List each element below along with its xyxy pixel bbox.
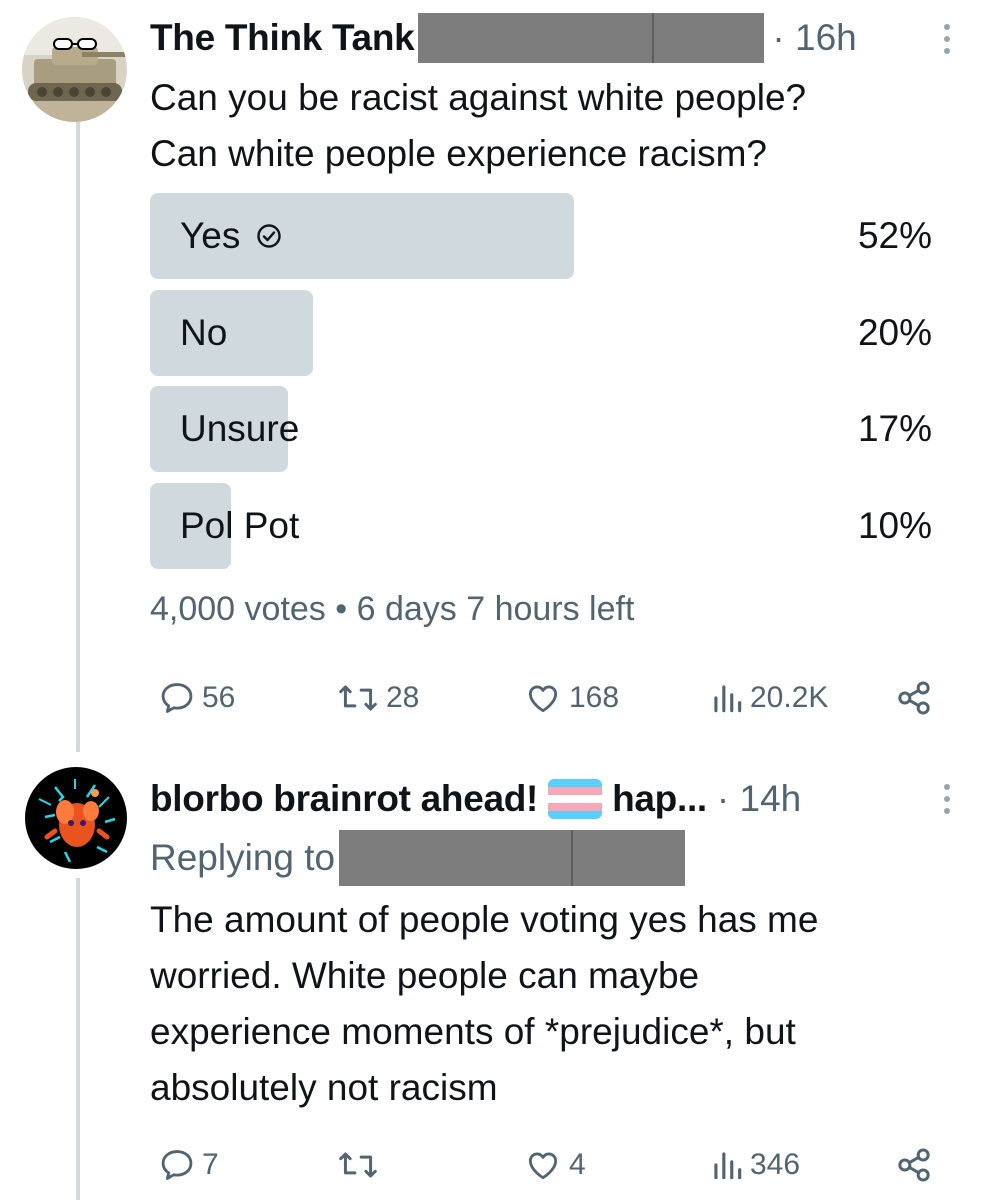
tweet-header: blorbo brainrot ahead! hap... · 14h: [150, 774, 801, 824]
trans-flag-icon: [548, 779, 603, 819]
reply-button[interactable]: 56: [158, 673, 235, 723]
poll-option-pol-pot[interactable]: Pol Pot 10%: [150, 483, 932, 569]
poll-option-label: No: [180, 312, 228, 353]
reply-count: 7: [202, 1148, 219, 1181]
replying-to-label: Replying to: [150, 837, 336, 878]
tweet-text-line: Can you be racist against white people?: [150, 77, 807, 118]
tweet-text-line: worried. White people can maybe: [150, 955, 700, 996]
reply-button[interactable]: 7: [158, 1140, 219, 1190]
tweet-time[interactable]: · 14h: [717, 778, 801, 820]
retweet-count: 28: [386, 681, 420, 714]
tweet-text: Can you be racist against white people? …: [150, 70, 806, 182]
tweet-text-line: Can white people experience racism?: [150, 133, 768, 174]
tweet-text-line: absolutely not racism: [150, 1067, 498, 1108]
reply-count: 56: [202, 681, 236, 714]
avatar[interactable]: [25, 767, 127, 869]
like-button[interactable]: 4: [523, 1140, 586, 1190]
like-count: 168: [569, 681, 620, 714]
poll-meta: 4,000 votes • 6 days 7 hours left: [150, 590, 635, 628]
more-icon[interactable]: [940, 24, 954, 54]
poll-option-unsure[interactable]: Unsure 17%: [150, 386, 932, 472]
share-button[interactable]: [894, 1140, 934, 1190]
like-icon: [528, 685, 558, 713]
views-icon: [714, 685, 742, 713]
reply-icon: [161, 683, 193, 713]
tweet-time[interactable]: · 16h: [772, 17, 856, 59]
tweet-header: The Think Tank · 16h: [150, 13, 857, 63]
share-icon: [898, 1148, 930, 1182]
tweet-actions: 7 4 346: [150, 1140, 940, 1190]
share-button[interactable]: [894, 673, 934, 723]
poll-option-label: Yes: [180, 215, 241, 256]
reply-icon: [161, 1150, 193, 1180]
retweet-icon: [339, 685, 377, 711]
tweet-text-line: The amount of people voting yes has me: [150, 899, 819, 940]
poll-option-label: Pol Pot: [180, 505, 300, 546]
like-button[interactable]: 168: [523, 673, 619, 723]
author-name[interactable]: blorbo brainrot ahead!: [150, 778, 538, 820]
avatar[interactable]: [22, 17, 127, 122]
views-count: 346: [750, 1148, 801, 1181]
views-icon: [714, 1152, 742, 1180]
poll-percent: 17%: [857, 408, 932, 449]
poll-percent: 10%: [857, 505, 932, 546]
poll-option-label: Unsure: [180, 408, 300, 449]
poll-option-yes[interactable]: Yes 52%: [150, 193, 932, 279]
redacted-handle: [418, 13, 765, 63]
like-count: 4: [569, 1148, 586, 1181]
poll-bar: [150, 290, 313, 376]
retweet-button[interactable]: [336, 1140, 386, 1190]
more-icon[interactable]: [940, 784, 954, 814]
share-icon: [898, 681, 930, 715]
poll-option-no[interactable]: No 20%: [150, 290, 932, 376]
poll-percent: 52%: [857, 215, 932, 256]
retweet-button[interactable]: 28: [336, 673, 419, 723]
author-name[interactable]: The Think Tank: [150, 17, 415, 59]
views-button[interactable]: 346: [710, 1140, 800, 1190]
tweet-text-line: experience moments of *prejudice*, but: [150, 1011, 796, 1052]
thread-connector-line: [76, 878, 80, 1200]
tweet-actions: 56 28 168 20.2K: [150, 673, 940, 723]
author-name-continued[interactable]: hap...: [612, 778, 707, 820]
views-button[interactable]: 20.2K: [710, 673, 828, 723]
character-avatar-image: [25, 767, 127, 869]
retweet-icon: [339, 1152, 377, 1178]
poll-percent: 20%: [857, 312, 932, 353]
like-icon: [528, 1152, 558, 1180]
tank-avatar-image: [22, 17, 127, 122]
tweet-text: The amount of people voting yes has me w…: [150, 892, 818, 1116]
replying-to: Replying to: [150, 830, 686, 886]
redacted-handle[interactable]: [339, 830, 686, 886]
thread-connector-line: [76, 122, 80, 752]
check-circle-icon: [257, 224, 282, 248]
views-count: 20.2K: [750, 681, 829, 714]
